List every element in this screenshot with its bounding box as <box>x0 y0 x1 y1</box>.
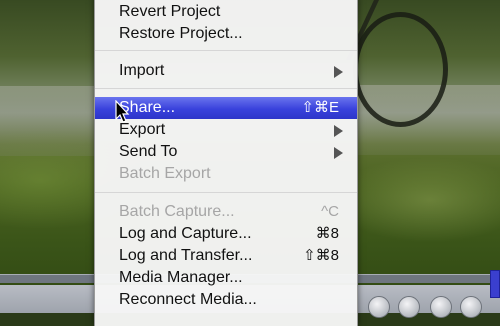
menu-item-shortcut: ⌘8 <box>315 225 339 242</box>
menu-item-restore-project[interactable]: Restore Project... <box>95 23 357 45</box>
menu-item-label: Revert Project <box>119 3 221 20</box>
video-road-left <box>0 86 95 156</box>
menu-item-shortcut: ^C <box>321 203 339 220</box>
submenu-arrow-icon <box>334 147 343 159</box>
mouse-pointer-icon <box>115 100 130 123</box>
menu-separator <box>95 192 357 193</box>
menu-item-log-and-capture[interactable]: Log and Capture... ⌘8 <box>95 223 357 245</box>
menu-item-share[interactable]: Share... ⇧⌘E <box>95 97 357 119</box>
menu-item-label: Send To <box>119 143 178 160</box>
menu-item-label: Batch Export <box>119 165 211 182</box>
menu-item-media-manager[interactable]: Media Manager... <box>95 267 357 289</box>
menu-item-label: Log and Capture... <box>119 225 252 242</box>
file-menu: Revert Project Restore Project... Import… <box>94 0 358 326</box>
menu-item-batch-capture: Batch Capture... ^C <box>95 201 357 223</box>
menu-item-reconnect-media[interactable]: Reconnect Media... <box>95 289 357 311</box>
transport-button-2[interactable] <box>398 296 420 318</box>
menu-item-label: Log and Transfer... <box>119 247 253 264</box>
transport-button-1[interactable] <box>368 296 390 318</box>
submenu-arrow-icon <box>334 125 343 137</box>
menu-item-label: Reconnect Media... <box>119 291 257 308</box>
menu-item-shortcut: ⇧⌘E <box>301 99 339 116</box>
submenu-arrow-icon <box>334 66 343 78</box>
menu-item-log-and-transfer[interactable]: Log and Transfer... ⇧⌘8 <box>95 245 357 267</box>
transport-button-4[interactable] <box>460 296 482 318</box>
menu-item-export[interactable]: Export <box>95 119 357 141</box>
menu-separator <box>95 50 357 51</box>
menu-item-import[interactable]: Import <box>95 60 357 82</box>
menu-item-label: Restore Project... <box>119 25 243 42</box>
menu-item-shortcut: ⇧⌘8 <box>303 247 339 264</box>
menu-separator <box>95 88 357 89</box>
bicycle-wheel <box>353 12 448 127</box>
menu-item-label: Batch Capture... <box>119 203 235 220</box>
menu-item-send-to[interactable]: Send To <box>95 141 357 163</box>
transport-button-3[interactable] <box>430 296 452 318</box>
menu-item-revert-project[interactable]: Revert Project <box>95 1 357 23</box>
playhead-marker[interactable] <box>490 270 500 298</box>
menu-item-label: Import <box>119 62 165 79</box>
menu-item-batch-export: Batch Export <box>95 163 357 185</box>
menu-item-label: Media Manager... <box>119 269 243 286</box>
